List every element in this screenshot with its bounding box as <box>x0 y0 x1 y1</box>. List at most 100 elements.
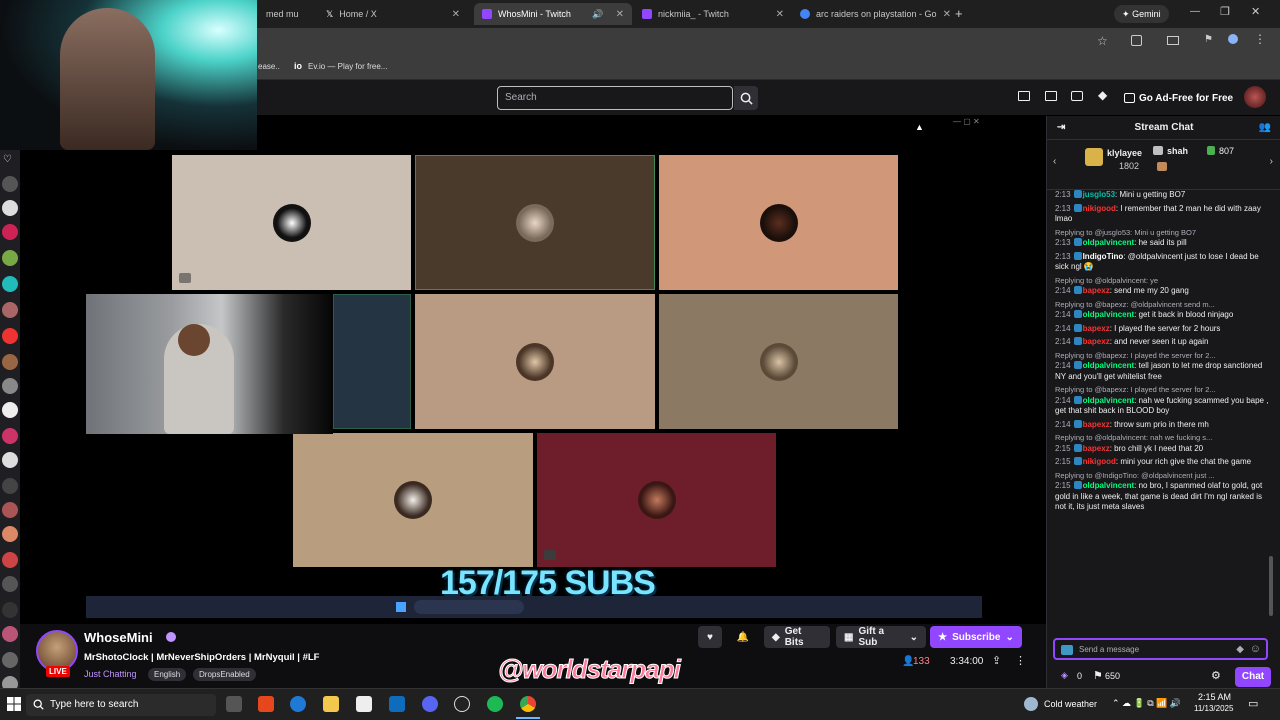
sidebar-channel-avatar[interactable] <box>2 276 18 292</box>
outlook-icon[interactable] <box>389 696 405 712</box>
chat-username[interactable]: bapexz <box>1083 324 1110 333</box>
store-icon[interactable] <box>356 696 372 712</box>
chat-reply-context[interactable]: Replying to @IndigoTino: @oldpalvincent … <box>1055 471 1269 482</box>
chat-username[interactable]: oldpalvincent <box>1083 361 1135 370</box>
chevron-left-icon[interactable]: ‹ <box>1053 156 1056 167</box>
search-button[interactable] <box>734 86 758 110</box>
channel-points-icon[interactable]: ◈ <box>1061 670 1068 681</box>
subscribe-button[interactable]: ★ Subscribe ⌄ <box>930 626 1022 648</box>
whispers-icon[interactable] <box>1071 91 1083 101</box>
chat-input[interactable]: Send a message ◆ ☺ <box>1053 638 1268 660</box>
browser-tab[interactable]: med mu <box>258 3 320 25</box>
chat-badge-icon[interactable]: ◆ <box>1236 644 1244 655</box>
more-options-icon[interactable]: ⋮ <box>1015 654 1026 667</box>
chat-scrollbar[interactable] <box>1269 556 1273 616</box>
notifications-button[interactable]: 🔔 <box>731 626 755 648</box>
taskbar-search-input[interactable]: Type here to search <box>26 694 216 716</box>
chat-message[interactable]: Replying to @bapexz: @oldpalvincent send… <box>1055 300 1269 321</box>
cast-icon[interactable] <box>1167 36 1179 45</box>
chat-reply-context[interactable]: Replying to @jusglo53: Mini u getting BO… <box>1055 228 1269 239</box>
follow-heart-button[interactable]: ♥ <box>698 626 722 648</box>
chat-message[interactable]: Replying to @IndigoTino: @oldpalvincent … <box>1055 471 1269 513</box>
chat-username[interactable]: nikigood <box>1083 457 1116 466</box>
chat-message[interactable]: 2:13 jusglo53: Mini u getting BO7 <box>1055 190 1269 201</box>
file-explorer-icon[interactable] <box>323 696 339 712</box>
sidebar-channel-avatar[interactable] <box>2 354 18 370</box>
chat-username[interactable]: oldpalvincent <box>1083 481 1135 490</box>
gift-sub-button[interactable]: ▦ Gift a Sub ⌄ <box>836 626 926 648</box>
bits-icon[interactable]: ◆ <box>1098 88 1107 102</box>
sidebar-channel-avatar[interactable] <box>2 478 18 494</box>
tag-chip[interactable]: English <box>148 668 187 681</box>
edge-browser-icon[interactable] <box>290 696 306 712</box>
get-bits-button[interactable]: ◆ Get Bits <box>764 626 830 648</box>
go-ad-free-button[interactable]: Go Ad-Free for Free <box>1124 88 1233 108</box>
chat-username[interactable]: bapexz <box>1083 420 1110 429</box>
app-icon[interactable] <box>454 696 470 712</box>
sidebar-channel-avatar[interactable] <box>2 176 18 192</box>
sidebar-channel-avatar[interactable] <box>2 224 18 240</box>
chat-send-button[interactable]: Chat <box>1235 667 1271 687</box>
chat-message[interactable]: Replying to @bapexz: I played the server… <box>1055 385 1269 417</box>
close-tab-icon[interactable]: ✕ <box>616 9 624 20</box>
chat-username[interactable]: bapexz <box>1083 337 1110 346</box>
close-window-icon[interactable]: ✕ <box>1251 5 1260 18</box>
system-tray-icons[interactable]: ⌃ ☁ 🔋 ⧉ 📶 🔊 <box>1112 698 1181 709</box>
task-view-icon[interactable] <box>226 696 242 712</box>
sidebar-channel-avatar[interactable] <box>2 576 18 592</box>
audio-icon[interactable]: 🔊 <box>592 9 603 20</box>
taskbar-clock[interactable]: 2:15 AM <box>1198 692 1231 702</box>
chat-username[interactable]: bapexz <box>1083 286 1110 295</box>
chat-reply-context[interactable]: Replying to @oldpalvincent: nah we fucki… <box>1055 433 1269 444</box>
chat-username[interactable]: oldpalvincent <box>1083 238 1135 247</box>
browser-tab[interactable]: nickmiia_ - Twitch ✕ <box>634 3 792 25</box>
inbox-icon[interactable] <box>1045 91 1057 101</box>
chrome-icon[interactable] <box>520 696 536 712</box>
chat-reply-context[interactable]: Replying to @oldpalvincent: ye <box>1055 276 1269 287</box>
sidebar-channel-avatar[interactable] <box>2 200 18 216</box>
sidebar-channel-avatar[interactable] <box>2 552 18 568</box>
sidebar-channel-avatar[interactable] <box>2 402 18 418</box>
weather-text[interactable]: Cold weather <box>1044 699 1097 709</box>
notification-center-icon[interactable]: ▭ <box>1248 697 1258 710</box>
browser-tab-active[interactable]: WhosMini - Twitch 🔊 ✕ <box>474 3 632 25</box>
sidebar-channel-avatar[interactable] <box>2 602 18 618</box>
community-icon[interactable]: 👥 <box>1259 116 1271 140</box>
chat-message[interactable]: 2:14 bapexz: and never seen it up again <box>1055 337 1269 348</box>
bookmark-item[interactable]: ease.. <box>258 62 280 71</box>
spotify-icon[interactable] <box>487 696 503 712</box>
gifter-name[interactable]: klylayee <box>1107 148 1142 158</box>
bits-icon[interactable]: ⚑ <box>1093 669 1103 682</box>
extensions-icon[interactable] <box>1131 35 1142 46</box>
chat-message[interactable]: Replying to @oldpalvincent: ye 2:14 bapexz… <box>1055 276 1269 297</box>
chat-message[interactable]: 2:14 bapexz: I played the server for 2 ho… <box>1055 323 1269 335</box>
chat-username[interactable]: oldpalvincent <box>1083 310 1135 319</box>
chat-username[interactable]: bapexz <box>1083 444 1110 453</box>
browser-menu-icon[interactable]: ⋮ <box>1254 32 1266 46</box>
browser-tab[interactable]: arc raiders on playstation - Go ✕ <box>792 3 950 25</box>
close-tab-icon[interactable]: ✕ <box>776 9 784 20</box>
sidebar-channel-avatar[interactable] <box>2 328 18 344</box>
channel-name[interactable]: WhoseMini <box>84 630 153 645</box>
close-tab-icon[interactable]: ✕ <box>943 9 950 20</box>
sidebar-channel-avatar[interactable] <box>2 502 18 518</box>
category-link[interactable]: Just Chatting <box>84 669 137 679</box>
gemini-button[interactable]: ✦ Gemini <box>1114 5 1169 23</box>
chat-reply-context[interactable]: Replying to @bapexz: I played the server… <box>1055 351 1269 362</box>
chat-message[interactable]: 2:14 bapexz: throw sum prio in there mh <box>1055 419 1269 431</box>
share-icon[interactable]: ⇪ <box>992 654 1001 667</box>
sidebar-channel-avatar[interactable] <box>2 526 18 542</box>
chat-reply-context[interactable]: Replying to @bapexz: I played the server… <box>1055 385 1269 396</box>
chat-message[interactable]: 2:13 nikigood: I remember that 2 man he d… <box>1055 203 1269 225</box>
emote-picker-icon[interactable]: ☺ <box>1250 643 1261 655</box>
sidebar-channel-avatar[interactable] <box>2 250 18 266</box>
chevron-right-icon[interactable]: › <box>1270 156 1273 167</box>
sidebar-channel-avatar[interactable] <box>2 378 18 394</box>
chat-message-list[interactable]: 2:13 jusglo53: Mini u getting BO7 2:13 niki… <box>1055 190 1269 628</box>
office-app-icon[interactable] <box>258 696 274 712</box>
gifter-name[interactable]: shah <box>1167 146 1188 156</box>
bookmark-star-icon[interactable]: ☆ <box>1097 34 1108 48</box>
bookmark-item[interactable]: Ev.io — Play for free... <box>308 62 387 71</box>
chat-username[interactable]: IndigoTino <box>1083 252 1124 261</box>
chat-username[interactable]: jusglo53 <box>1083 190 1115 199</box>
